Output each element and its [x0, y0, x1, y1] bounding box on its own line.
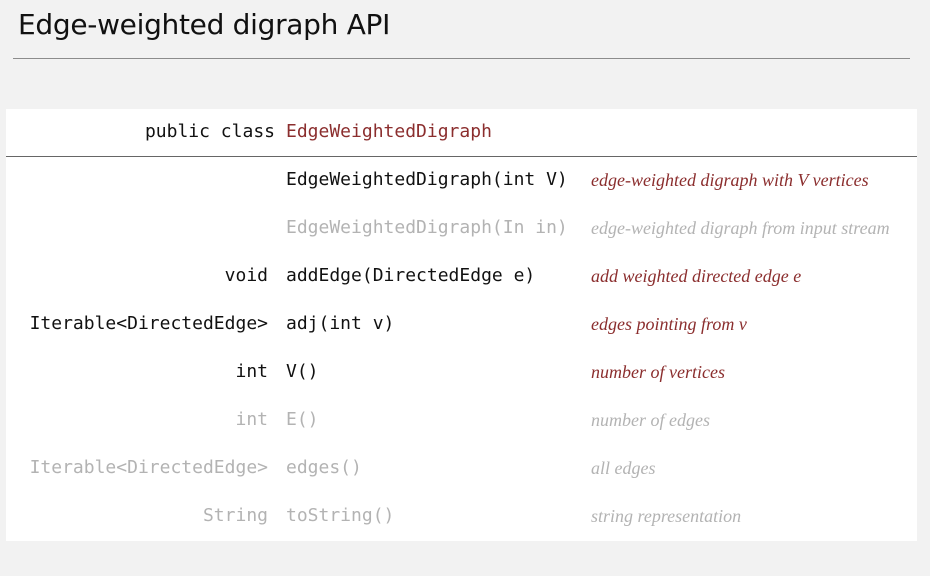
return-type: Iterable<DirectedEdge> [29, 313, 268, 334]
api-row: int V() number of vertices [6, 361, 917, 409]
return-type: int [235, 361, 268, 382]
return-type: void [224, 265, 268, 286]
method-signature: EdgeWeightedDigraph(int V) [286, 169, 568, 190]
method-description: all edges [591, 458, 656, 478]
class-declaration-keyword: public class [144, 121, 275, 142]
method-signature: adj(int v) [286, 313, 395, 334]
api-row: String toString() string representation [6, 505, 917, 553]
method-description: string representation [591, 506, 742, 526]
api-row: EdgeWeightedDigraph(int V) edge-weighted… [6, 169, 917, 217]
method-signature: E() [286, 409, 319, 430]
method-description: add weighted directed edge e [591, 266, 802, 286]
method-description: number of vertices [591, 362, 725, 382]
api-row: int E() number of edges [6, 409, 917, 457]
method-description: edges pointing from v [591, 314, 747, 334]
api-row: Iterable<DirectedEdge> adj(int v) edges … [6, 313, 917, 361]
api-row: EdgeWeightedDigraph(In in) edge-weighted… [6, 217, 917, 265]
method-description: edge-weighted digraph from input stream [591, 218, 890, 238]
method-signature: V() [286, 361, 319, 382]
api-row: Iterable<DirectedEdge> edges() all edges [6, 457, 917, 505]
api-row: void addEdge(DirectedEdge e) add weighte… [6, 265, 917, 313]
method-signature: addEdge(DirectedEdge e) [286, 265, 536, 286]
page-title: Edge-weighted digraph API [18, 8, 391, 41]
api-table: public class EdgeWeightedDigraph EdgeWei… [6, 109, 917, 541]
class-name: EdgeWeightedDigraph [286, 121, 492, 142]
return-type: int [235, 409, 268, 430]
return-type: String [202, 505, 268, 526]
method-signature: EdgeWeightedDigraph(In in) [286, 217, 568, 238]
method-signature: toString() [286, 505, 395, 526]
method-description: number of edges [591, 410, 710, 430]
method-signature: edges() [286, 457, 362, 478]
method-description: edge-weighted digraph with V vertices [591, 170, 869, 190]
api-header: public class EdgeWeightedDigraph [6, 109, 917, 156]
header-divider [6, 156, 917, 157]
title-divider [13, 58, 910, 59]
return-type: Iterable<DirectedEdge> [29, 457, 268, 478]
